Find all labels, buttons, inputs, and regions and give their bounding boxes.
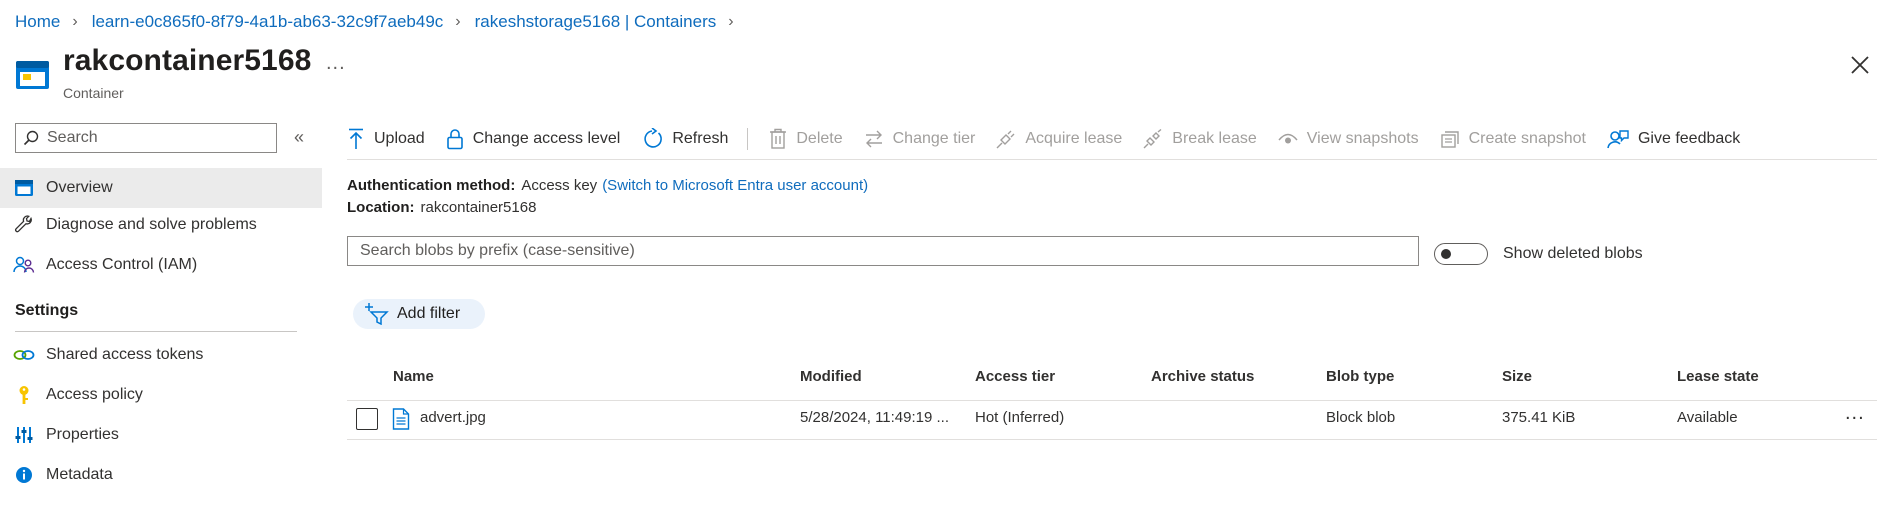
sidebar-item-diagnose[interactable]: Diagnose and solve problems: [0, 205, 322, 245]
lock-icon: [446, 129, 463, 150]
sidebar-item-shared-access-tokens[interactable]: Shared access tokens: [0, 335, 322, 375]
search-icon: [23, 130, 39, 146]
sidebar-item-access-control[interactable]: Access Control (IAM): [0, 245, 322, 285]
view-snapshots-button[interactable]: View snapshots: [1278, 130, 1419, 148]
auth-method-label: Authentication method:: [347, 177, 516, 194]
show-deleted-blobs-label: Show deleted blobs: [1503, 245, 1643, 262]
show-deleted-blobs-toggle[interactable]: [1434, 243, 1488, 265]
blob-search-box[interactable]: [347, 236, 1419, 266]
page-subtitle: Container: [63, 85, 124, 101]
break-lease-button[interactable]: Break lease: [1143, 129, 1257, 149]
blob-modified: 5/28/2024, 11:49:19 ...: [800, 409, 950, 426]
blob-type: Block blob: [1326, 409, 1396, 426]
sidebar-search[interactable]: [15, 123, 277, 153]
sidebar-item-label: Shared access tokens: [46, 346, 204, 363]
column-header-lease-state[interactable]: Lease state: [1677, 368, 1759, 385]
location-value: rakcontainer5168: [420, 199, 537, 216]
collapse-sidebar-button[interactable]: «: [294, 127, 304, 148]
change-access-level-button[interactable]: Change access level: [446, 128, 620, 150]
sidebar-item-metadata[interactable]: Metadata: [0, 455, 322, 495]
sidebar-item-label: Diagnose and solve problems: [46, 216, 257, 233]
container-icon: [16, 61, 49, 89]
settings-section-title: Settings: [15, 302, 79, 319]
page-title: rakcontainer5168: [63, 44, 312, 77]
blob-search-input[interactable]: [358, 241, 1402, 261]
table-row[interactable]: [347, 401, 1877, 439]
wrench-icon: [13, 214, 35, 236]
blob-name-link[interactable]: advert.jpg: [420, 409, 486, 426]
chevron-right-icon: ›: [728, 13, 734, 30]
blob-lease-state: Available: [1677, 409, 1738, 426]
create-snapshot-button[interactable]: Create snapshot: [1440, 129, 1586, 149]
sidebar-item-properties[interactable]: Properties: [0, 415, 322, 455]
divider: [347, 439, 1877, 440]
command-bar: Upload Change access level Refresh Delet…: [347, 122, 1761, 156]
trash-icon: [770, 128, 787, 149]
sidebar-item-label: Properties: [46, 426, 119, 443]
link-icon: [13, 344, 35, 366]
sidebar-item-access-policy[interactable]: Access policy: [0, 375, 322, 415]
feedback-icon: [1607, 130, 1629, 149]
column-header-access-tier[interactable]: Access tier: [975, 368, 1055, 385]
location-label: Location:: [347, 199, 415, 216]
blob-access-tier: Hot (Inferred): [975, 409, 1065, 426]
file-icon: [392, 408, 410, 430]
key-icon: [13, 384, 35, 406]
column-header-blob-type[interactable]: Blob type: [1326, 368, 1394, 385]
people-icon: [13, 254, 35, 276]
delete-button[interactable]: Delete: [769, 128, 843, 150]
unplug-icon: [1143, 129, 1162, 149]
eye-icon: [1278, 133, 1298, 144]
sidebar-search-input[interactable]: [45, 128, 259, 148]
upload-button[interactable]: Upload: [347, 128, 425, 150]
breadcrumb-home[interactable]: Home: [15, 12, 60, 32]
row-more-options-button[interactable]: ...: [1845, 402, 1865, 425]
row-select-checkbox[interactable]: [356, 408, 378, 430]
column-header-archive-status[interactable]: Archive status: [1151, 368, 1254, 385]
breadcrumb-resource-group[interactable]: learn-e0c865f0-8f79-4a1b-ab63-32c9f7aeb4…: [92, 12, 444, 32]
breadcrumb-storage-containers[interactable]: rakeshstorage5168 | Containers: [475, 12, 717, 32]
location-row: Location: rakcontainer5168: [347, 199, 536, 216]
close-icon[interactable]: [1849, 54, 1871, 76]
add-filter-button[interactable]: Add filter: [353, 299, 485, 329]
acquire-lease-button[interactable]: Acquire lease: [996, 129, 1122, 149]
blob-size: 375.41 KiB: [1502, 409, 1576, 426]
overview-icon: [13, 177, 35, 199]
sidebar-item-label: Access Control (IAM): [46, 256, 198, 273]
toggle-knob: [1441, 249, 1451, 259]
more-options-button[interactable]: ...: [326, 52, 346, 75]
divider: [347, 159, 1877, 160]
chevron-right-icon: ›: [455, 13, 461, 30]
switch-auth-link[interactable]: (Switch to Microsoft Entra user account): [602, 177, 868, 194]
upload-icon: [349, 128, 363, 149]
chevron-right-icon: ›: [72, 13, 78, 30]
column-header-modified[interactable]: Modified: [800, 368, 862, 385]
give-feedback-button[interactable]: Give feedback: [1607, 128, 1740, 150]
sidebar-item-label: Overview: [46, 179, 113, 196]
plug-icon: [996, 130, 1015, 149]
sidebar-item-label: Metadata: [46, 466, 113, 483]
toolbar-divider: [747, 128, 749, 150]
breadcrumb: Home › learn-e0c865f0-8f79-4a1b-ab63-32c…: [15, 10, 748, 34]
info-icon: [13, 464, 35, 486]
refresh-icon: [644, 128, 663, 148]
refresh-button[interactable]: Refresh: [641, 128, 728, 150]
column-header-name[interactable]: Name: [393, 368, 434, 385]
column-header-size[interactable]: Size: [1502, 368, 1532, 385]
sidebar-item-label: Access policy: [46, 386, 143, 403]
change-tier-button[interactable]: Change tier: [864, 129, 975, 149]
sidebar-item-overview[interactable]: Overview: [0, 168, 322, 208]
snapshot-icon: [1440, 131, 1459, 148]
sliders-icon: [13, 424, 35, 446]
auth-method-value: Access key: [521, 177, 598, 194]
add-filter-icon: [365, 303, 389, 325]
swap-arrows-icon: [865, 130, 882, 148]
divider: [15, 331, 297, 332]
auth-method-row: Authentication method: Access key (Switc…: [347, 177, 868, 194]
